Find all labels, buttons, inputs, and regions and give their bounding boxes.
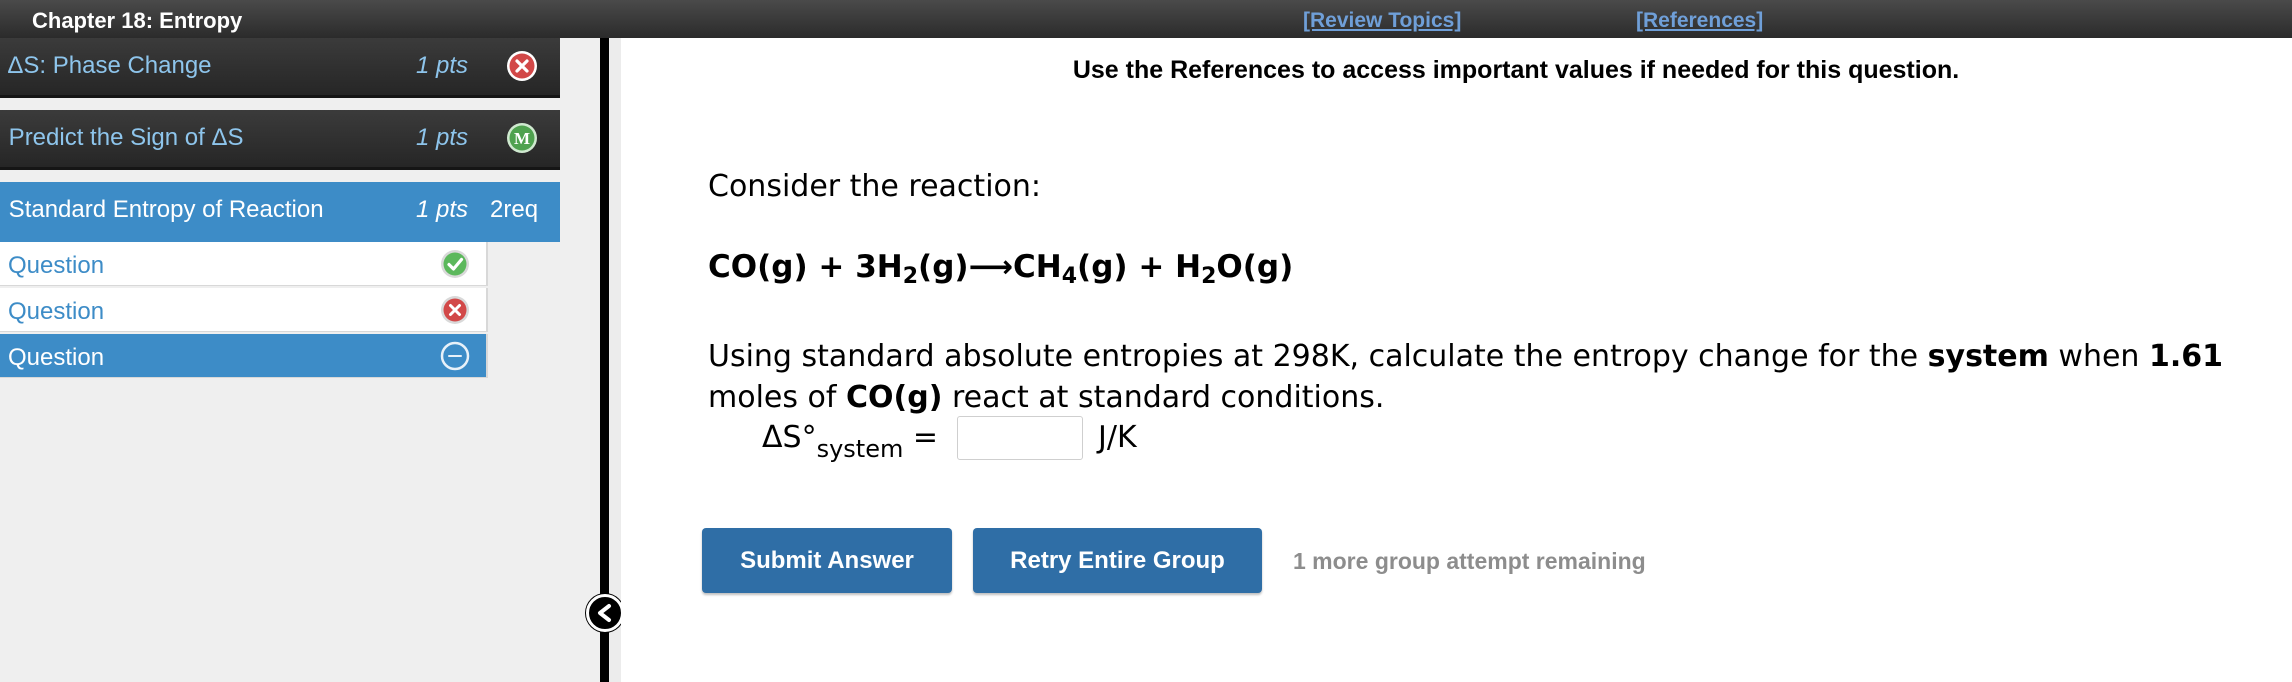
sidebar-topic-standard-entropy[interactable]: 3. Standard Entropy of Reaction 1 pts 2r… — [0, 182, 560, 242]
delta-s-subscript: system — [816, 435, 904, 463]
prompt-text: moles of — [708, 380, 846, 415]
panel-gutter — [609, 38, 621, 682]
subscript: 2 — [1201, 264, 1217, 289]
topic-sidebar: 1. ΔS: Phase Change 1 pts 2. Predict the… — [0, 38, 600, 682]
topic-points: 1 pts — [416, 52, 469, 79]
question-label: Question — [8, 298, 105, 325]
question-prompt: Using standard absolute entropies at 298… — [708, 336, 2292, 418]
question-intro: Consider the reaction: — [708, 169, 1042, 204]
prompt-text: when — [2048, 339, 2149, 374]
state: O(g) — [1216, 249, 1294, 285]
reaction-arrow: ⟶ — [968, 249, 1014, 285]
review-topics-link[interactable]: [Review Topics] — [1303, 9, 1461, 33]
subscript: 4 — [1061, 264, 1078, 289]
panel-divider[interactable] — [600, 38, 609, 682]
submit-answer-button[interactable]: Submit Answer — [702, 528, 952, 593]
prompt-bold: system — [1927, 339, 2049, 374]
topic-label: 3. Standard Entropy of Reaction — [0, 196, 324, 223]
empty-circle-icon — [440, 341, 470, 371]
delta-s-label: ΔS°system = — [762, 420, 938, 463]
question-panel: Use the References to access important v… — [621, 38, 2292, 682]
references-link[interactable]: [References] — [1636, 9, 1763, 33]
topic-points: 1 pts — [416, 124, 469, 151]
plus-sign: + — [1127, 249, 1176, 285]
sidebar-question-2[interactable]: Question — [0, 288, 488, 332]
equals-sign: = — [903, 420, 939, 455]
prompt-bold: CO(g) — [846, 380, 943, 415]
chapter-title: Chapter 18: Entropy — [32, 8, 243, 33]
prompt-text: react at standard conditions. — [942, 380, 1385, 415]
m-icon-letter: M — [514, 129, 530, 148]
topic-requirement: 2req — [490, 196, 539, 223]
prompt-bold: 1.61 — [2148, 339, 2223, 374]
check-circle-icon — [441, 250, 469, 278]
state: (g) — [918, 249, 969, 285]
x-circle-icon — [441, 296, 469, 324]
references-instruction: Use the References to access important v… — [1072, 56, 1960, 84]
x-circle-icon — [507, 51, 537, 81]
top-header-bar: Chapter 18: Entropy [Review Topics] [Ref… — [0, 0, 2292, 38]
question-label: Question — [8, 344, 105, 371]
product-h2o: H — [1175, 249, 1202, 285]
topic-label: 2. Predict the Sign of ΔS — [0, 124, 244, 151]
attempts-remaining: 1 more group attempt remaining — [1293, 548, 1646, 574]
retry-group-button[interactable]: Retry Entire Group — [973, 528, 1262, 593]
sidebar-question-3[interactable]: Question — [0, 334, 488, 378]
product-ch4: CH — [1013, 249, 1062, 285]
prompt-text: Using standard absolute entropies at 298… — [708, 339, 1928, 374]
answer-input[interactable] — [957, 416, 1083, 460]
sidebar-question-1[interactable]: Question — [0, 242, 488, 286]
subscript: 2 — [902, 264, 919, 289]
topic-points: 1 pts — [416, 196, 469, 223]
m-circle-icon: M — [507, 123, 537, 153]
sidebar-topic-phase-change[interactable]: 1. ΔS: Phase Change 1 pts — [0, 38, 560, 98]
sidebar-topic-predict-sign[interactable]: 2. Predict the Sign of ΔS 1 pts M — [0, 110, 560, 170]
delta-s-symbol: ΔS° — [762, 420, 817, 455]
collapse-sidebar-button[interactable] — [586, 594, 624, 632]
reactant-h2: 3H — [855, 249, 903, 285]
chevron-left-icon — [598, 604, 611, 622]
plus-sign: + — [807, 249, 856, 285]
topic-label: 1. ΔS: Phase Change — [0, 52, 212, 79]
state: (g) — [1077, 249, 1128, 285]
reactant-co: CO(g) — [708, 249, 808, 285]
reaction-equation: CO(g) + 3H2(g)⟶CH4(g) + H2O(g) — [708, 249, 1293, 289]
answer-unit: J/K — [1098, 420, 1137, 455]
question-label: Question — [8, 252, 105, 279]
